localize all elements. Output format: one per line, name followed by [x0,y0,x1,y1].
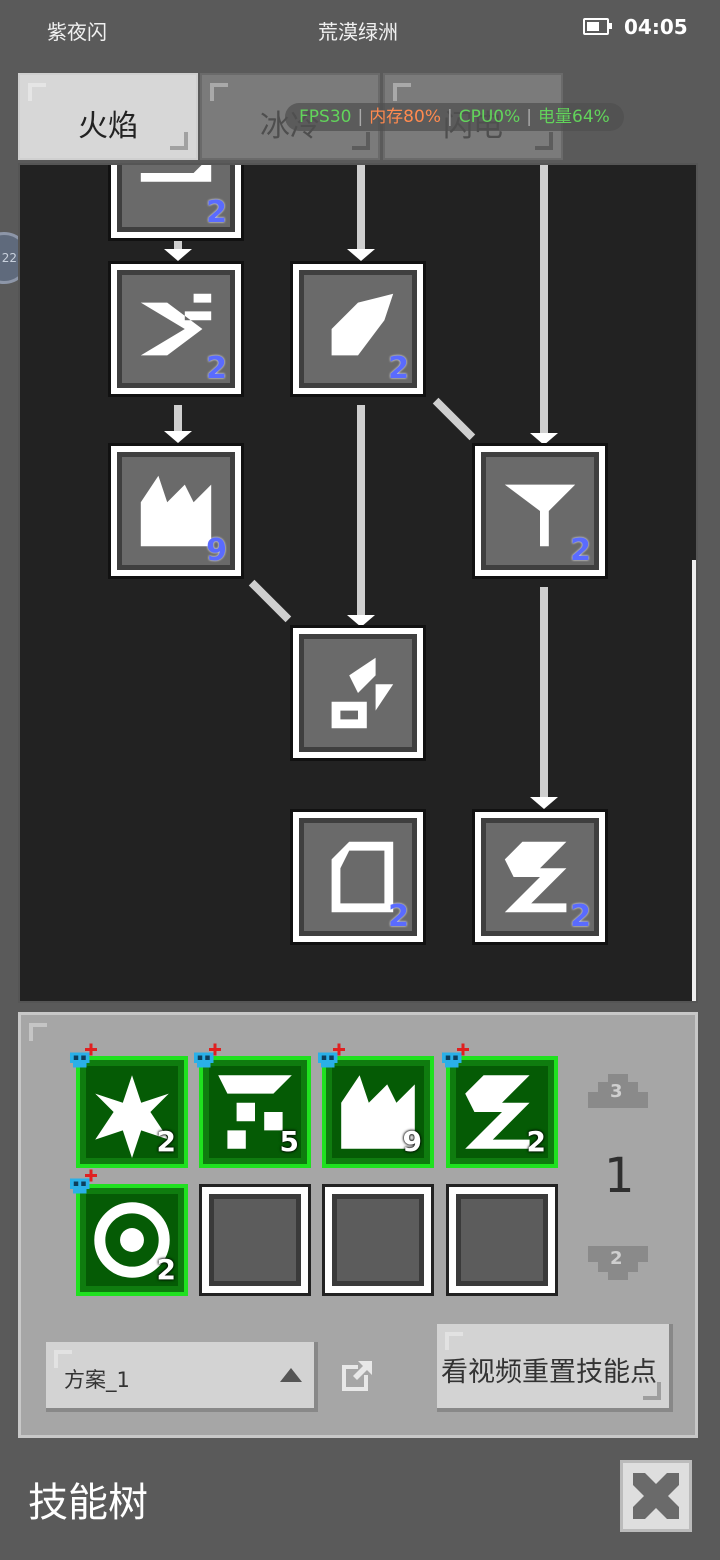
battery-icon [583,18,612,35]
page-title: 技能树 [28,1480,148,1526]
page-down-count: 2 [610,1248,623,1269]
page-up-button[interactable]: 3 [588,1072,648,1112]
loadout-slot-empty[interactable] [322,1184,434,1296]
skill-level: 2 [570,533,591,568]
skull-plus-icon[interactable] [186,1042,226,1072]
skill-level: 2 [206,195,227,230]
edit-icon[interactable] [340,1359,374,1393]
loadout-slot[interactable]: 5 [199,1056,311,1168]
skill-level: 2 [570,899,591,934]
status-left-text: 紫夜闪 [47,20,107,44]
skill-level: 9 [206,533,227,568]
memory-readout: 内存80% [369,107,441,127]
skull-plus-icon[interactable] [62,1168,102,1198]
skull-plus-icon[interactable] [434,1042,474,1072]
current-page: 1 [604,1148,635,1204]
skill-node[interactable]: 2 [108,165,244,241]
close-button[interactable] [620,1460,692,1532]
skill-node[interactable]: 2 [472,443,608,579]
fps-readout: FPS30 [299,107,352,127]
skull-plus-icon[interactable] [62,1042,102,1072]
slot-count: 2 [526,1125,546,1158]
status-time: 04:05 [624,15,688,39]
skill-icon [331,657,394,729]
tab-fire[interactable]: 火焰 [18,73,198,160]
connector-line [540,587,548,801]
skill-level: 2 [388,899,409,934]
connector-line [357,165,365,253]
connector-line [357,405,365,619]
skill-node[interactable]: 2 [290,809,426,945]
connector-arrow [164,249,192,261]
performance-overlay: FPS30 | 内存80% | CPU0% | 电量64% [285,103,624,131]
connector-line [248,579,292,623]
connector-arrow [164,431,192,443]
loadout-slot[interactable]: 2 [76,1056,188,1168]
connector-line [432,397,476,441]
skill-level: 2 [388,351,409,386]
skill-node[interactable]: 2 [108,261,244,397]
loadout-slot[interactable]: 9 [322,1056,434,1168]
slot-count: 2 [156,1253,176,1286]
close-icon [633,1473,679,1519]
skill-level: 2 [206,351,227,386]
slot-count: 9 [402,1125,422,1158]
cpu-readout: CPU0% [458,107,521,127]
reset-skills-label: 看视频重置技能点 [441,1357,657,1388]
preset-value: 方案_1 [64,1368,130,1392]
status-center-text: 荒漠绿洲 [318,20,398,44]
connector-arrow [530,797,558,809]
connector-arrow [347,249,375,261]
page-up-count: 3 [610,1081,623,1102]
skill-tree-canvas[interactable]: 2 2 2 9 2 2 2 [18,163,698,1003]
skill-node[interactable] [290,625,426,761]
scrollbar[interactable] [692,560,696,1001]
loadout-slot-empty[interactable] [446,1184,558,1296]
page-down-button[interactable]: 2 [588,1242,648,1282]
preset-dropdown[interactable]: 方案_1 [46,1342,318,1412]
loadout-slot-empty[interactable] [199,1184,311,1296]
skill-node[interactable]: 2 [472,809,608,945]
slot-count: 2 [156,1125,176,1158]
loadout-slot[interactable]: 2 [446,1056,558,1168]
battery-readout: 电量64% [538,107,610,127]
triangle-up-icon [280,1368,302,1382]
tab-fire-label: 火焰 [78,109,138,144]
skull-plus-icon[interactable] [310,1042,350,1072]
connector-line [540,165,548,437]
status-bar: 紫夜闪 荒漠绿洲 04:05 [0,0,720,60]
slot-count: 5 [279,1125,299,1158]
loadout-slot[interactable]: 2 [76,1184,188,1296]
skill-node[interactable]: 9 [108,443,244,579]
skill-node[interactable]: 2 [290,261,426,397]
reset-skills-button[interactable]: 看视频重置技能点 [437,1324,673,1412]
